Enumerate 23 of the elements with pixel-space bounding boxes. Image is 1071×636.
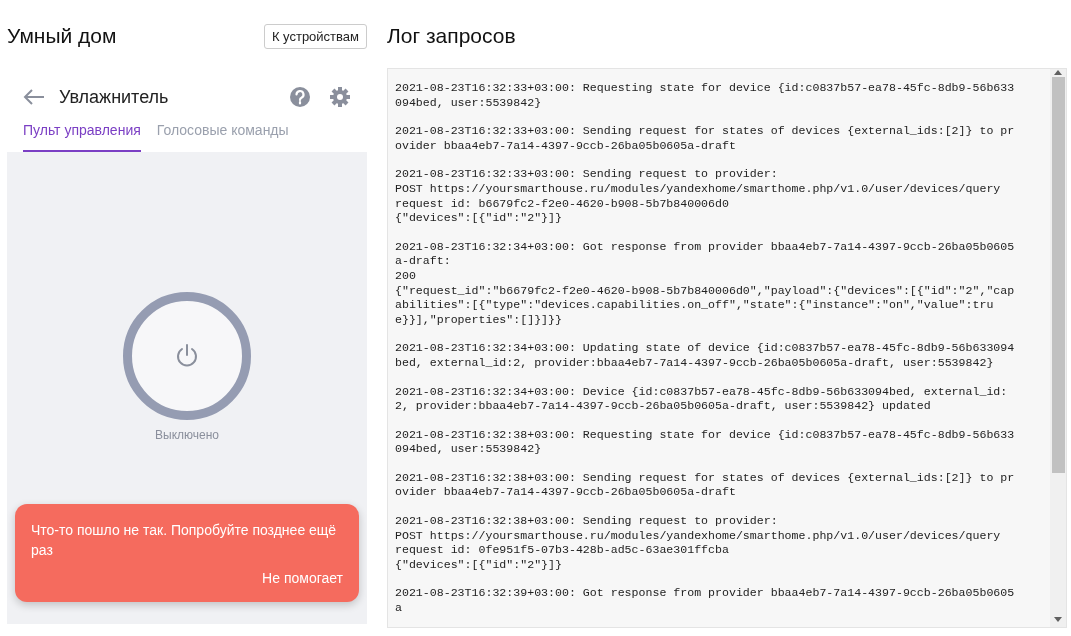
power-status: Выключено (155, 428, 219, 442)
devices-button[interactable]: К устройствам (263, 23, 367, 49)
error-message: Что-то пошло не так. Попробуйте позднее ещё раз (31, 521, 338, 560)
power-icon (174, 343, 200, 369)
log-entry: 2021-08-23T16:32:33+03:00: Sending request to provider: POST https://yoursmarthouse.ru/modules/yandexhome/smarthome.php/v1.0/user/devices/query request id: b6679fc2-f2e0-4620-b908-5b7b840006d0 {"devices":[{"id":"2"}]} (395, 167, 1002, 226)
device-name: Увлажнитель (59, 86, 170, 108)
log-entry: 2021-08-23T16:32:38+03:00: Sending request for states of devices {external_ids:[2]} to provider bbaa4eb7-7a14-4397-9ccb-26ba05b0605a-draft (395, 470, 1016, 501)
log-entry: 2021-08-23T16:32:34+03:00: Updating state of device {id:c0837b57-ea78-45fc-8db9-56b633094bed, external_id:2, provider:bbaa4eb7-7a14-4397-9ccb-26ba05b0605a-draft, user:5539842} (395, 341, 1016, 371)
back-arrow-icon[interactable] (23, 89, 45, 105)
settings-icon[interactable] (329, 86, 351, 108)
log-entry: 2021-08-23T16:32:33+03:00: Sending request for states of devices {external_ids:[2]} to provider bbaa4eb7-7a14-4397-9ccb-26ba05b0605a-draft (395, 124, 1016, 154)
log-entry: 2021-08-23T16:32:34+03:00: Got response from provider bbaa4eb7-7a14-4397-9ccb-26ba05b0605a-draft: 200 {"request_id":"b6679fc2-f2e0-4620-b908-5b7b840006d0","payload":{"devices":[{"id":"2","capabilities":[{"type":"devices.capabilities.on_off","state":{"instance":"on","value":true}}],"properties":[]}]}} (395, 239, 1016, 328)
log-entry: 2021-08-23T16:32:38+03:00: Sending request to provider: POST https://yoursmarthouse.ru/modules/yandexhome/smarthome.php/v1.0/user/devices/query request id: 0fe951f5-07b3-428b-ad5c-63ae301ffcba {"devices":[{"id":"2"}]} (395, 514, 1002, 573)
scroll-up-icon[interactable] (1054, 69, 1062, 75)
scroll-down-icon[interactable] (1054, 617, 1062, 623)
log-entry: 2021-08-23T16:32:38+03:00: Requesting state for device {id:c0837b57-ea78-45fc-8db9-56b633094bed, user:5539842} (395, 427, 1016, 457)
scrollbar[interactable] (1050, 69, 1066, 627)
log-entry: 2021-08-23T16:32:34+03:00: Device {id:c0837b57-ea78-45fc-8db9-56b633094bed, external_id:2, provider:bbaa4eb7-7a14-4397-9ccb-26ba05b0605a-draft, user:5539842} updated (395, 384, 1009, 414)
help-icon[interactable] (289, 86, 311, 108)
log-entry: 2021-08-23T16:32:39+03:00: Got response from provider bbaa4eb7-7a14-4397-9ccb-26ba05b0605a (395, 586, 1016, 616)
log-title: Лог запросов (387, 23, 517, 49)
log-entry: 2021-08-23T16:32:33+03:00: Requesting state for device {id:c0837b57-ea78-45fc-8db9-56b633094bed, user:5539842} (395, 81, 1016, 111)
app-title: Умный дом (7, 24, 117, 48)
